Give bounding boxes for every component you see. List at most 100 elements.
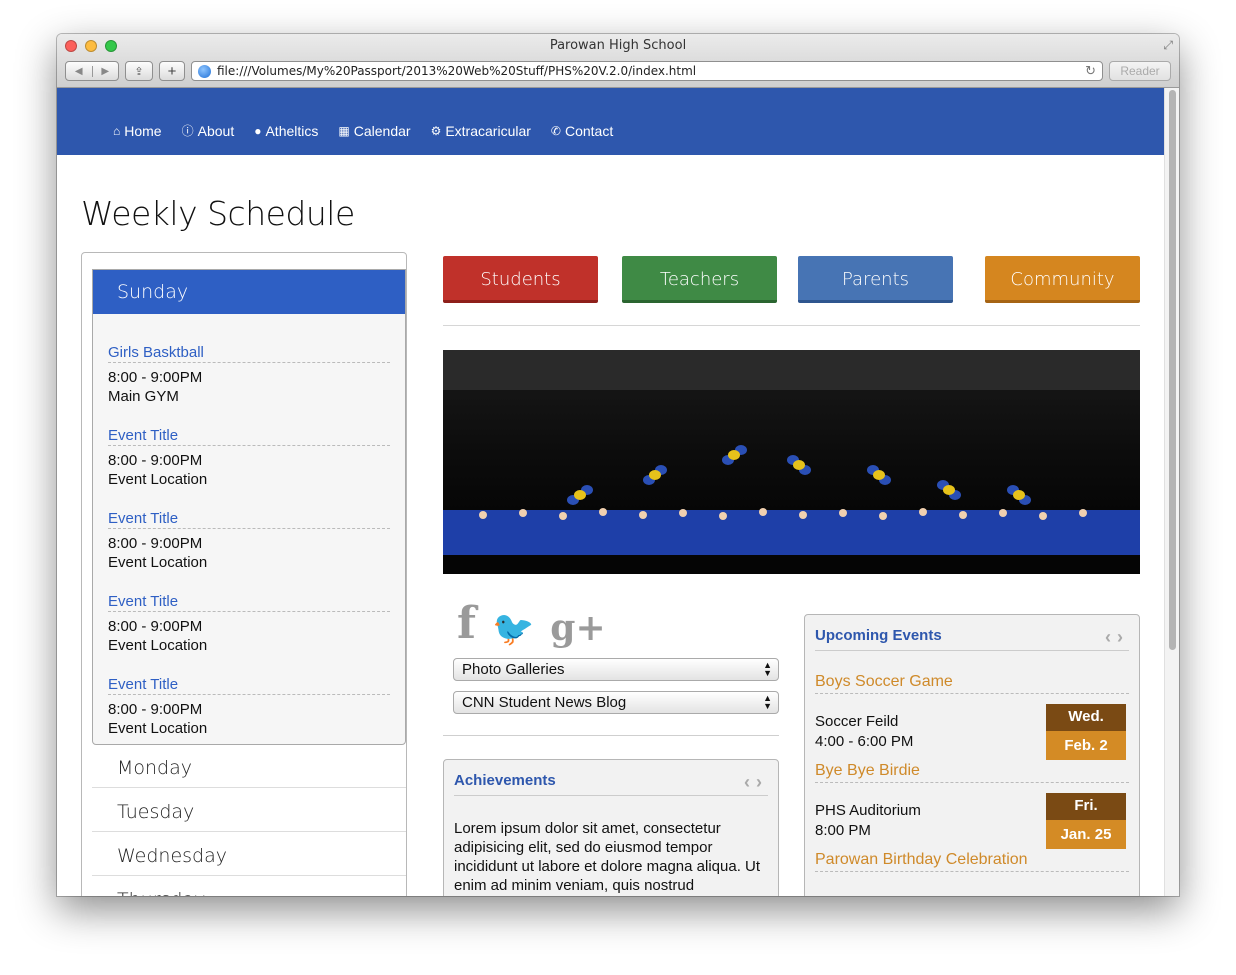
day-row-thursday[interactable]: Thursday <box>92 876 406 896</box>
card-header: Achievements ‹› <box>454 772 768 796</box>
plus-icon: + <box>167 62 177 80</box>
window-title: Parowan High School <box>549 38 687 53</box>
calendar-icon: ▦ <box>338 123 350 138</box>
nav-item-about[interactable]: ⓘ About <box>182 122 235 139</box>
nav-label: Atheltics <box>265 122 319 139</box>
upcoming-event-title[interactable]: Boys Soccer Game <box>815 673 1129 694</box>
event-time: 8:00 - 9:00PM <box>108 452 203 469</box>
event-details: PHS Auditorium 8:00 PM <box>815 801 921 841</box>
info-icon: ⓘ <box>181 124 194 138</box>
chevron-left-icon[interactable]: ‹ <box>744 772 756 792</box>
comment-icon: ● <box>254 123 262 138</box>
event-list: Girls Basktball 8:00 - 9:00PM Main GYM E… <box>93 314 405 738</box>
vertical-scrollbar[interactable] <box>1164 88 1179 896</box>
event-time: 8:00 - 9:00PM <box>108 618 203 635</box>
upcoming-event: Soccer Feild 4:00 - 6:00 PM Wed. Feb. 2 <box>815 694 1129 774</box>
day-header-sunday[interactable]: Sunday <box>93 270 405 314</box>
schedule-event: Girls Basktball 8:00 - 9:00PM Main GYM <box>108 344 390 406</box>
card-header: Upcoming Events ‹› <box>815 627 1129 651</box>
google-plus-icon[interactable]: g+ <box>550 607 605 649</box>
share-button[interactable]: ⇪ <box>125 61 153 81</box>
chevron-right-icon[interactable]: › <box>756 772 768 792</box>
date-badge-day: Fri. <box>1046 793 1126 820</box>
event-title-link[interactable]: Event Title <box>108 676 390 695</box>
back-icon[interactable]: ◀ <box>66 66 92 77</box>
event-title-link[interactable]: Girls Basktball <box>108 344 390 363</box>
select-value: CNN Student News Blog <box>462 694 627 711</box>
event-time: 8:00 - 9:00PM <box>108 535 203 552</box>
nav-menu: ⌂ Home ⓘ About ● Atheltics ▦ Calendar ⚙ Extra… <box>113 122 613 139</box>
day-row-tuesday[interactable]: Tuesday <box>92 788 406 832</box>
chevron-right-icon[interactable]: › <box>1117 627 1129 647</box>
section-divider <box>443 735 779 736</box>
date-badge-day: Wed. <box>1046 704 1126 731</box>
site-navbar: ⌂ Home ⓘ About ● Atheltics ▦ Calendar ⚙ Extra… <box>57 88 1164 155</box>
add-bookmark-button[interactable]: + <box>159 61 185 81</box>
nav-label: Extracaricular <box>445 122 531 139</box>
nav-item-contact[interactable]: ✆ Contact <box>551 122 613 139</box>
nav-label: Home <box>124 122 162 139</box>
event-location: PHS Auditorium <box>815 802 921 819</box>
page-viewport: ⌂ Home ⓘ About ● Atheltics ▦ Calendar ⚙ Extra… <box>57 88 1164 896</box>
event-location: Event Location <box>108 554 208 571</box>
address-bar[interactable]: file:///Volumes/My%20Passport/2013%20Web… <box>191 61 1103 81</box>
event-title-link[interactable]: Event Title <box>108 427 390 446</box>
share-icon: ⇪ <box>134 65 144 78</box>
facebook-icon[interactable]: f <box>457 598 476 649</box>
twitter-icon[interactable]: 🐦 <box>492 609 534 649</box>
nav-label: About <box>197 122 235 139</box>
select-value: Photo Galleries <box>462 661 565 678</box>
students-button[interactable]: Students <box>443 256 598 303</box>
page-title: Weekly Schedule <box>81 194 355 233</box>
day-row-wednesday[interactable]: Wednesday <box>92 832 406 876</box>
achievements-text: Lorem ipsum dolor sit amet, consectetur … <box>454 820 761 894</box>
parents-button[interactable]: Parents <box>798 256 953 303</box>
browser-window: Parowan High School ⤢ ◀ ▶ ⇪ + file:///Vo… <box>57 34 1179 896</box>
schedule-event: Event Title 8:00 - 9:00PM Event Location <box>108 510 390 572</box>
event-title-link[interactable]: Event Title <box>108 593 390 612</box>
globe-icon <box>198 64 211 78</box>
weekly-schedule: Sunday Girls Basktball 8:00 - 9:00PM Mai… <box>81 252 407 896</box>
title-bar: Parowan High School ⤢ ◀ ▶ ⇪ + file:///Vo… <box>57 34 1179 88</box>
graduation-photo-art <box>443 350 1140 574</box>
gears-icon: ⚙ <box>430 123 442 138</box>
teachers-button[interactable]: Teachers <box>622 256 777 303</box>
day-row-monday[interactable]: Monday <box>92 744 406 788</box>
section-divider <box>443 325 1140 326</box>
photo-galleries-select[interactable]: Photo Galleries ▲ ▼ <box>453 658 779 681</box>
scroll-thumb[interactable] <box>1169 90 1176 650</box>
fullscreen-icon[interactable]: ⤢ <box>1163 38 1173 53</box>
carousel-arrows: ‹› <box>744 772 768 793</box>
phone-icon: ✆ <box>550 123 561 138</box>
chevron-left-icon[interactable]: ‹ <box>1105 627 1117 647</box>
reload-icon[interactable]: ↻ <box>1085 64 1096 79</box>
schedule-event: Event Title 8:00 - 9:00PM Event Location <box>108 593 390 655</box>
nav-item-calendar[interactable]: ▦ Calendar <box>338 122 410 139</box>
community-button[interactable]: Community <box>985 256 1140 303</box>
browser-toolbar: ◀ ▶ ⇪ + file:///Volumes/My%20Passport/20… <box>65 60 1171 82</box>
date-badge-date: Feb. 2 <box>1046 731 1126 760</box>
url-text: file:///Volumes/My%20Passport/2013%20Web… <box>217 64 697 78</box>
carousel-arrows: ‹› <box>1105 627 1129 648</box>
select-arrows-icon: ▲ ▼ <box>763 693 772 711</box>
nav-label: Contact <box>564 122 614 139</box>
news-blog-select[interactable]: CNN Student News Blog ▲ ▼ <box>453 691 779 714</box>
event-location: Main GYM <box>108 388 179 405</box>
date-badge-date: Jan. 25 <box>1046 820 1126 849</box>
upcoming-event: PHS Auditorium 8:00 PM Fri. Jan. 25 <box>815 783 1129 863</box>
event-location: Soccer Feild <box>815 713 899 730</box>
upcoming-events-card: Upcoming Events ‹› Boys Soccer Game Socc… <box>804 614 1140 896</box>
event-time: 8:00 - 9:00PM <box>108 701 203 718</box>
date-badge: Fri. Jan. 25 <box>1046 793 1126 849</box>
nav-item-athletics[interactable]: ● Atheltics <box>254 122 318 139</box>
event-location: Event Location <box>108 471 208 488</box>
event-time: 8:00 PM <box>815 822 871 839</box>
nav-item-extracurricular[interactable]: ⚙ Extracaricular <box>431 122 531 139</box>
event-details: Soccer Feild 4:00 - 6:00 PM <box>815 712 913 752</box>
home-icon: ⌂ <box>113 123 121 138</box>
forward-icon[interactable]: ▶ <box>91 65 119 77</box>
event-title-link[interactable]: Event Title <box>108 510 390 529</box>
card-title: Achievements <box>454 772 556 789</box>
reader-button[interactable]: Reader <box>1109 61 1171 81</box>
nav-item-home[interactable]: ⌂ Home <box>113 122 162 139</box>
